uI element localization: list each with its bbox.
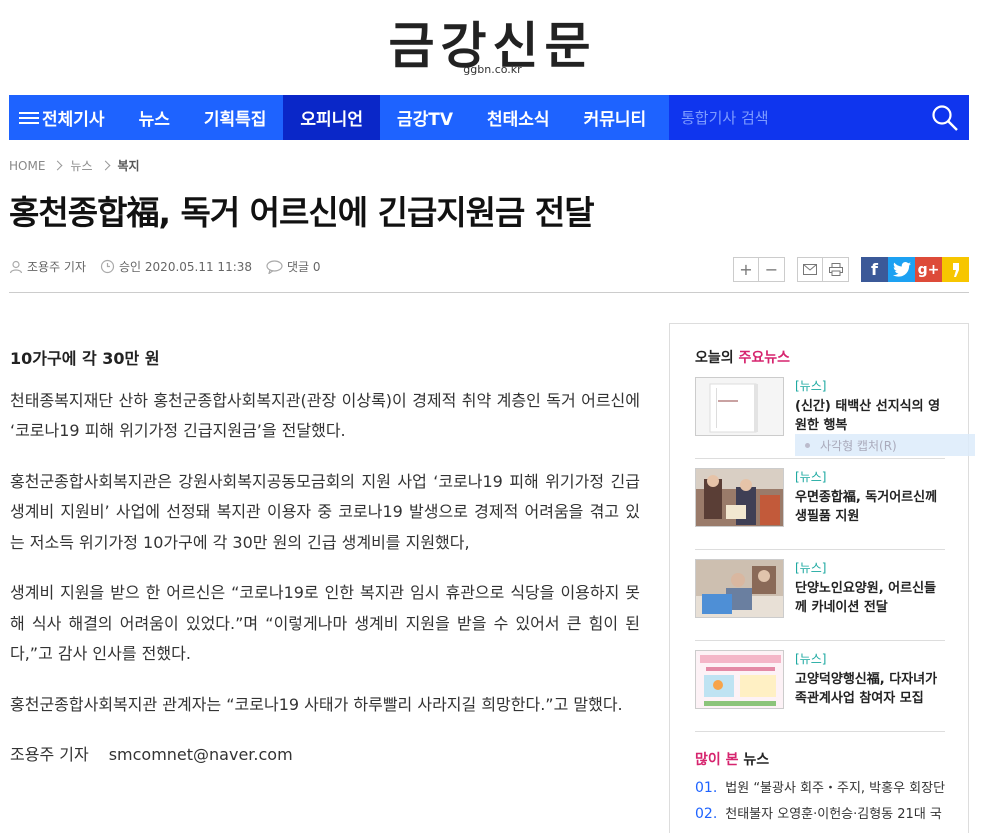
facebook-share-button[interactable]: f [861,257,888,282]
news-category: [뉴스] [795,379,827,393]
news-title[interactable]: 고양덕양행신福, 다자녀가족관계사업 참여자 모집 [795,670,945,708]
article-paragraph: 생계비 지원을 받으 한 어르신은 “코로나19로 인한 복지관 임시 휴관으로… [10,583,640,663]
breadcrumb-welfare[interactable]: 복지 [118,157,140,174]
popular-news-title: 많이 본 뉴스 [695,752,770,768]
rank-number: 01. [695,780,718,796]
article-body: 10가구에 각 30만 원 천태종복지재단 산하 홍천군종합사회복지관(관장 이… [10,344,640,771]
capture-tooltip-overlay: 사각형 캡처(R) [795,434,975,456]
breadcrumb: HOME 뉴스 복지 [9,157,140,174]
chevron-right-icon [100,160,110,171]
top-news-item[interactable]: [뉴스] 단양노인요양원, 어르신들께 카네이션 전달 [695,559,945,641]
sidebar: 오늘의 주요뉴스 [뉴스] (신간) 태백산 선지식의 영원한 행복 [뉴스] … [669,323,969,833]
article-paragraph: 홍천군종합사회복지관은 강원사회복지공동모금회의 지원 사업 ‘코로나19 피해… [10,471,640,552]
nursing-home-photo-image [696,560,783,617]
main-nav: 전체기사 뉴스 기획특집 오피니언 금강TV 천태소식 커뮤니티 [9,95,969,140]
mail-icon [803,264,817,275]
top-news-title: 오늘의 주요뉴스 [695,350,791,366]
top-news-item[interactable]: [뉴스] 우면종합福, 독거어르신께 생필품 지원 [695,468,945,550]
popular-news-title-text[interactable]: 천태불자 오영훈·이헌승·김형동 21대 국 [725,807,942,822]
header-divider [9,292,969,293]
popular-news-item[interactable]: 02. 천태불자 오영훈·이헌승·김형동 21대 국 [695,803,945,822]
welfare-photo-image [696,469,783,526]
top-news-item[interactable]: [뉴스] 고양덕양행신福, 다자녀가족관계사업 참여자 모집 [695,650,945,732]
news-thumbnail[interactable] [695,377,784,436]
article-meta: 조용주 기자 승인 2020.05.11 11:38 댓글 0 [9,258,321,275]
nav-item-cheontae-news[interactable]: 천태소식 [470,95,567,140]
kakaostory-share-button[interactable] [942,257,969,282]
news-title[interactable]: (신간) 태백산 선지식의 영원한 행복 [795,397,945,435]
news-category: [뉴스] [795,561,827,575]
news-title[interactable]: 우면종합福, 독거어르신께 생필품 지원 [795,488,945,526]
popular-news-item[interactable]: 01. 법원 “불광사 회주・주지, 박홍우 회장단 [695,777,945,796]
hamburger-icon [19,111,39,125]
print-email-controls [797,257,849,282]
breadcrumb-home[interactable]: HOME [9,159,45,173]
article-byline: 조용주 기자 smcomnet@naver.com [10,740,640,771]
twitter-share-button[interactable] [888,257,915,282]
news-thumbnail[interactable] [695,650,784,709]
nav-item-news[interactable]: 뉴스 [122,95,187,140]
email-button[interactable] [797,257,823,282]
news-category: [뉴스] [795,470,827,484]
article-subtitle: 10가구에 각 30만 원 [10,349,160,368]
print-icon [828,263,843,276]
site-domain: ggbn.co.kr [463,63,522,76]
dot-icon [805,442,810,448]
article-headline: 홍천종합福, 독거 어르신에 긴급지원금 전달 [9,193,595,232]
news-title[interactable]: 단양노인요양원, 어르신들께 카네이션 전달 [795,579,945,617]
nav-item-all-articles[interactable]: 전체기사 [9,95,122,140]
font-decrease-button[interactable]: − [759,257,785,282]
news-thumbnail[interactable] [695,468,784,527]
nav-item-tv[interactable]: 금강TV [380,95,470,140]
breadcrumb-news[interactable]: 뉴스 [70,157,92,174]
nav-item-features[interactable]: 기획특집 [187,95,284,140]
search-input[interactable] [669,108,919,127]
comment-icon [266,259,283,274]
share-buttons: f g+ [861,257,969,282]
popular-news-title-text[interactable]: 법원 “불광사 회주・주지, 박홍우 회장단 [725,781,945,796]
clock-icon [100,259,115,274]
nav-item-community[interactable]: 커뮤니티 [567,95,664,140]
reporter-name: 조용주 기자 [27,260,87,274]
kakaostory-icon [952,262,959,277]
google-plus-share-button[interactable]: g+ [915,257,942,282]
comment-count[interactable]: 댓글 0 [266,258,321,275]
nav-item-opinion[interactable]: 오피니언 [283,95,380,140]
news-thumbnail[interactable] [695,559,784,618]
article-paragraph: 홍천군종합사회복지관 관계자는 “코로나19 사태가 하루빨리 사라지길 희망한… [10,694,623,714]
poster-image [696,651,783,708]
news-category: [뉴스] [795,652,827,666]
chevron-right-icon [52,160,63,171]
book-cover-image [696,378,783,435]
person-icon [9,260,23,273]
byline-email[interactable]: smcomnet@naver.com [109,740,293,771]
masthead: 금강신문 ggbn.co.kr [0,0,985,95]
search-box [669,95,969,140]
article-paragraph: 천태종복지재단 산하 홍천군종합사회복지관(관장 이상록)이 경제적 취약 계층… [10,390,640,441]
approved-time: 승인 2020.05.11 11:38 [100,258,252,275]
twitter-bird-icon [892,262,911,277]
reporter-info: 조용주 기자 [9,258,86,275]
font-increase-button[interactable]: + [733,257,759,282]
search-icon[interactable] [931,104,959,132]
font-size-controls: + − [733,257,785,282]
byline-name: 조용주 기자 [10,745,89,764]
rank-number: 02. [695,806,718,822]
print-button[interactable] [823,257,849,282]
